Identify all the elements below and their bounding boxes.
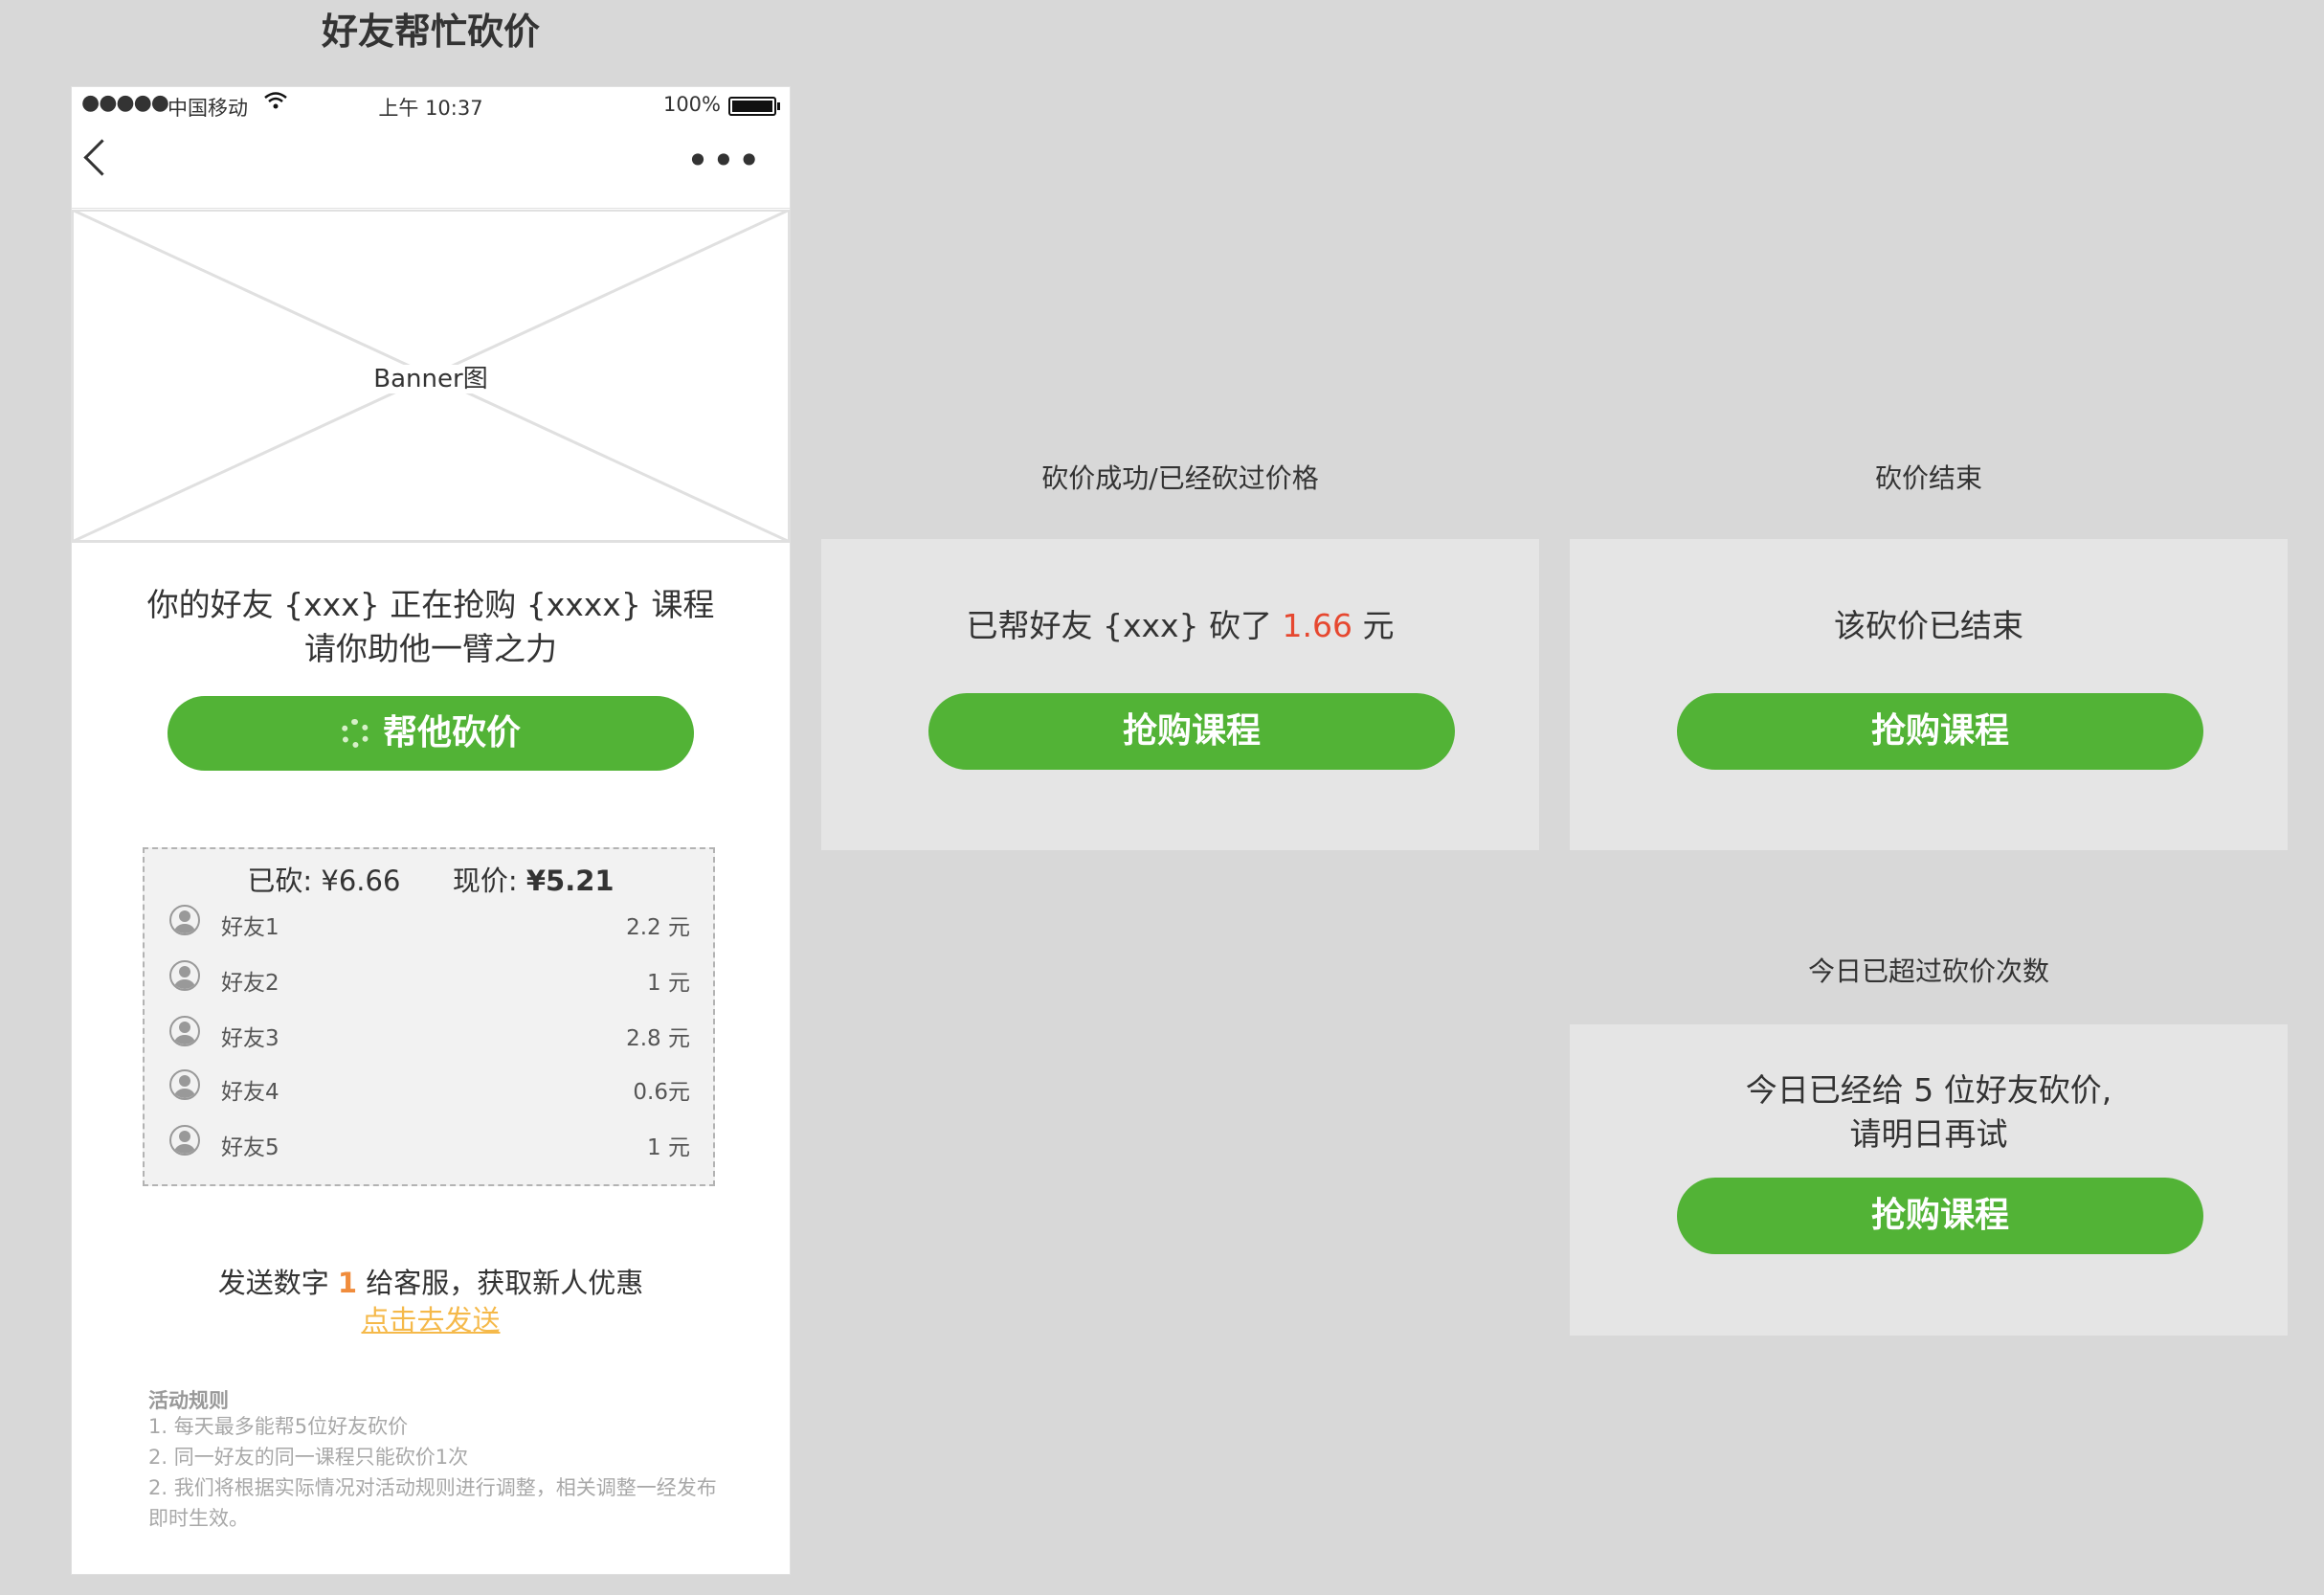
more-dots-icon[interactable]: •••: [686, 137, 763, 184]
avatar-icon: [169, 960, 200, 991]
list-item: 好友4 0.6元: [169, 1067, 690, 1117]
page-title: 好友帮忙砍价: [321, 11, 540, 53]
ended-text: 该砍价已结束: [1834, 607, 2023, 644]
banner-label: Banner图: [72, 359, 790, 394]
friend-amount: 2.8 元: [626, 1026, 690, 1051]
avatar-icon: [169, 1016, 200, 1046]
rule-item: 1. 每天最多能帮5位好友砍价: [148, 1415, 409, 1438]
cut-amount: 1.66: [1282, 607, 1353, 644]
help-cut-button[interactable]: 帮他砍价: [168, 696, 694, 771]
limit-line-1: 今日已经给 5 位好友砍价,: [1745, 1071, 2112, 1109]
success-panel: 已帮好友 {xxx} 砍了 1.66 元 抢购课程: [821, 539, 1539, 850]
send-number: 1: [337, 1267, 358, 1299]
list-item: 好友2 1 元: [169, 958, 690, 1008]
friend-amount: 0.6元: [633, 1080, 690, 1105]
invite-line-2: 请你助他一臂之力: [304, 630, 557, 667]
avatar-icon: [169, 1069, 200, 1100]
rule-item: 2. 同一好友的同一课程只能砍价1次: [148, 1446, 469, 1469]
friend-amount: 2.2 元: [626, 915, 690, 940]
rule-item: 2. 我们将根据实际情况对活动规则进行调整，相关调整一经发布即时生效。: [148, 1476, 717, 1530]
avatar-icon: [169, 905, 200, 935]
nav-bar: •••: [72, 125, 790, 209]
list-item: 好友5 1 元: [169, 1123, 690, 1173]
buy-course-button[interactable]: 抢购课程: [1677, 693, 2203, 770]
help-cut-label: 帮他砍价: [382, 713, 521, 753]
friend-name: 好友1: [221, 915, 279, 940]
list-item: 好友1 2.2 元: [169, 903, 690, 953]
avatar-icon: [169, 1125, 200, 1156]
battery-percent: 100%: [662, 93, 721, 116]
limit-section-label: 今日已超过砍价次数: [1807, 955, 2049, 987]
cut-summary: 已砍: ¥6.66 现价: ¥5.21: [145, 859, 717, 899]
friend-amount: 1 元: [647, 1135, 690, 1160]
ended-panel: 该砍价已结束 抢购课程: [1570, 539, 2288, 850]
ended-section-label: 砍价结束: [1874, 462, 1982, 494]
list-item: 好友3 2.8 元: [169, 1014, 690, 1064]
send-code-text: 发送数字 1 给客服，获取新人优惠: [217, 1267, 644, 1299]
friend-name: 好友3: [221, 1026, 279, 1051]
friend-name: 好友4: [221, 1080, 279, 1105]
loading-spinner-icon: [340, 719, 369, 748]
success-text: 已帮好友 {xxx} 砍了 1.66 元: [966, 607, 1395, 644]
battery-icon: [728, 97, 780, 116]
send-link[interactable]: 点击去发送: [72, 1298, 790, 1338]
cut-label: 已砍:: [247, 865, 313, 897]
friend-name: 好友2: [221, 971, 279, 996]
invite-line-1: 你的好友 {xxx} 正在抢购 {xxxx} 课程: [146, 586, 715, 623]
invite-text: 你的好友 {xxx} 正在抢购 {xxxx} 课程 请你助他一臂之力: [72, 583, 790, 671]
limit-line-2: 请明日再试: [1849, 1115, 2008, 1153]
limit-panel: 今日已经给 5 位好友砍价, 请明日再试 抢购课程: [1570, 1024, 2288, 1336]
rules-title: 活动规则: [148, 1389, 229, 1412]
cut-value: ¥6.66: [321, 865, 401, 897]
phone-screen: ●●●●● 中国移动 上午 10:37 100% ••• Banner图 你的好…: [71, 86, 791, 1575]
back-icon[interactable]: [83, 139, 121, 176]
price-label: 现价:: [452, 865, 518, 897]
success-section-label: 砍价成功/已经砍过价格: [1041, 462, 1319, 494]
banner-placeholder: Banner图: [72, 210, 790, 543]
price-value: ¥5.21: [525, 865, 615, 897]
friend-name: 好友5: [221, 1135, 279, 1160]
friend-amount: 1 元: [647, 971, 690, 996]
buy-course-button[interactable]: 抢购课程: [928, 693, 1455, 770]
buy-course-button[interactable]: 抢购课程: [1677, 1178, 2203, 1254]
cut-records-panel: 已砍: ¥6.66 现价: ¥5.21 好友1 2.2 元 好友2 1 元 好友…: [143, 847, 715, 1186]
limit-text: 今日已经给 5 位好友砍价, 请明日再试: [1570, 1068, 2288, 1157]
status-bar: ●●●●● 中国移动 上午 10:37 100%: [72, 87, 790, 125]
